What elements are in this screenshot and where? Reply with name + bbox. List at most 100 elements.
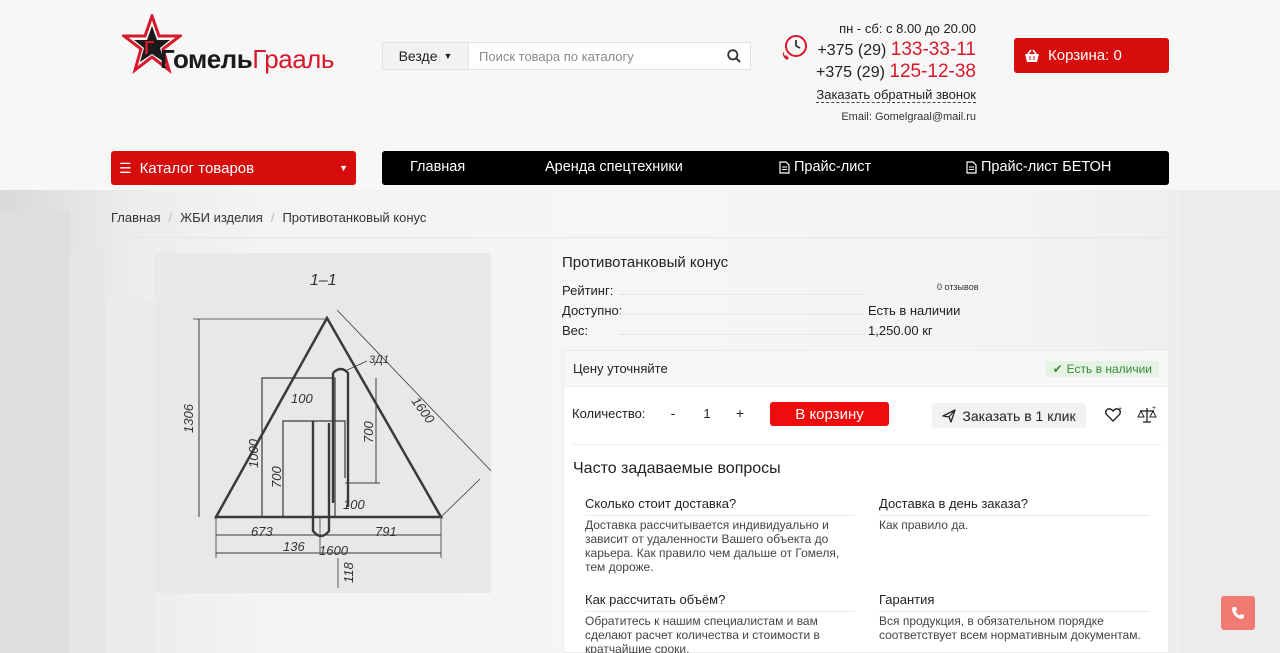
faq-answer: Обратитесь к нашим специалистам и вам сд… <box>585 614 820 653</box>
breadcrumb-separator: / <box>168 210 173 225</box>
svg-text:Г: Г <box>144 38 154 58</box>
phone-2[interactable]: +375 (29) 125-12-38 <box>816 61 976 83</box>
callback-link[interactable]: Заказать обратный звонок <box>816 87 976 103</box>
drawing-dim: 791 <box>375 524 397 539</box>
drawing-dim: 100 <box>343 497 365 512</box>
quantity-decrease-button[interactable]: - <box>663 403 683 423</box>
drawing-dim: 3Д1 <box>369 354 389 366</box>
breadcrumb-item[interactable]: Главная <box>111 210 160 225</box>
divider <box>573 444 1161 445</box>
availability-value: Есть в наличии <box>868 303 961 318</box>
faq-title: Часто задаваемые вопросы <box>573 460 781 477</box>
catalog-menu-button[interactable]: ☰ Каталог товаров ▼ <box>111 151 356 185</box>
chevron-down-icon: ▼ <box>443 51 453 61</box>
weight-value: 1,250.00 кг <box>868 323 933 338</box>
drawing-dim: 673 <box>251 524 273 539</box>
stock-badge: ✔ Есть в наличии <box>1045 361 1159 377</box>
clock-phone-icon <box>782 35 807 60</box>
phone-2-number: 125-12-38 <box>889 61 976 82</box>
drawing-section-label: 1–1 <box>310 272 337 289</box>
buy-box: Цену уточняйте ✔ Есть в наличии Количест… <box>563 350 1169 653</box>
phone-1-number: 133-33-11 <box>890 39 976 60</box>
reviews-count[interactable]: 0 отзывов <box>937 282 979 292</box>
nav-item-label: Прайс-лист <box>794 159 872 175</box>
nav-item-price-list-concrete[interactable]: Прайс-лист БЕТОН <box>966 159 1111 175</box>
drawing-dim: 100 <box>291 391 313 406</box>
paper-plane-icon <box>942 408 957 423</box>
site-logo[interactable]: Г ГомельГрааль <box>122 14 352 76</box>
dotted-leader <box>620 314 864 315</box>
drawing-dim: 700 <box>269 466 284 488</box>
drawing-dim: 1000 <box>246 438 261 468</box>
rating-label: Рейтинг: <box>562 283 614 298</box>
nav-item-equipment-rental[interactable]: Аренда спецтехники <box>545 159 683 175</box>
search-bar: Везде ▼ <box>382 42 751 70</box>
faq-question[interactable]: Сколько стоит доставка? <box>585 496 855 516</box>
faq-answer: Как правило да. <box>879 518 969 532</box>
quantity-increase-button[interactable]: + <box>730 403 750 423</box>
document-icon <box>779 160 790 174</box>
drawing-dim: 118 <box>341 562 356 583</box>
compare-scales-icon[interactable]: + <box>1137 405 1157 425</box>
faq-question[interactable]: Как рассчитать объём? <box>585 592 855 612</box>
faq-question[interactable]: Гарантия <box>879 592 1149 612</box>
price-row: Цену уточняйте ✔ Есть в наличии <box>564 351 1168 387</box>
one-click-order-label: Заказать в 1 клик <box>962 407 1076 424</box>
phone-icon <box>1232 607 1244 619</box>
nav-item-home[interactable]: Главная <box>410 159 465 175</box>
nav-item-price-list[interactable]: Прайс-лист <box>779 159 871 175</box>
breadcrumb-item[interactable]: ЖБИ изделия <box>180 210 263 225</box>
svg-text:+: + <box>1152 405 1156 412</box>
cart-button[interactable]: Корзина: 0 <box>1014 38 1169 73</box>
cart-label: Корзина: 0 <box>1048 47 1122 64</box>
catalog-menu-label: Каталог товаров <box>139 159 255 177</box>
search-button[interactable] <box>718 43 750 69</box>
logo-wordmark: ГомельГрааль <box>160 44 334 74</box>
one-click-order-button[interactable]: Заказать в 1 клик <box>932 403 1086 428</box>
heart-icon[interactable]: + <box>1104 406 1122 424</box>
phone-1[interactable]: +375 (29) 133-33-11 <box>817 39 976 61</box>
search-scope-label: Везде <box>398 48 438 64</box>
stock-badge-label: Есть в наличии <box>1066 362 1152 376</box>
basket-icon <box>1025 49 1039 62</box>
drawing-dim: 1600 <box>409 394 439 427</box>
breadcrumb: Главная / ЖБИ изделия / Противотанковый … <box>111 210 426 225</box>
drawing-dim: 700 <box>361 421 376 443</box>
quantity-input[interactable] <box>685 403 729 423</box>
drawing-dim: 136 <box>283 539 305 554</box>
breadcrumb-current: Противотанковый конус <box>282 210 427 225</box>
faq-question[interactable]: Доставка в день заказа? <box>879 496 1149 516</box>
product-image[interactable]: 1–1 1306 1600 1000 700 100 700 100 3Д1 6… <box>155 253 496 593</box>
faq-answer: Вся продукция, в обязательном порядке со… <box>879 614 1141 642</box>
search-input[interactable] <box>469 43 718 69</box>
contact-email[interactable]: Email: Gomelgraal@mail.ru <box>841 111 976 123</box>
phone-2-prefix: +375 (29) <box>815 64 885 81</box>
check-icon: ✔ <box>1052 362 1063 376</box>
add-to-cart-button[interactable]: В корзину <box>770 402 889 426</box>
technical-drawing: 1–1 1306 1600 1000 700 100 700 100 3Д1 6… <box>181 272 496 588</box>
drawing-dim: 1600 <box>319 543 349 558</box>
divider <box>111 237 1169 238</box>
burger-icon: ☰ <box>119 159 132 176</box>
svg-text:+: + <box>1118 406 1122 413</box>
nav-item-label: Прайс-лист БЕТОН <box>981 159 1112 175</box>
search-icon <box>727 49 741 63</box>
chevron-down-icon: ▼ <box>339 163 348 173</box>
site-header: Г ГомельГрааль Везде ▼ пн - сб: с 8.00 д… <box>0 0 1280 190</box>
main-navigation: Главная Аренда спецтехники Прайс-лист Пр… <box>382 151 1169 185</box>
drawing-dim: 1306 <box>181 403 196 433</box>
search-scope-select[interactable]: Везде ▼ <box>383 43 469 69</box>
floating-call-button[interactable] <box>1221 596 1255 630</box>
faq-answer: Доставка рассчитывается индивидуально и … <box>585 518 840 574</box>
working-hours: пн - сб: с 8.00 до 20.00 <box>839 21 976 36</box>
dotted-leader <box>620 334 864 335</box>
availability-label: Доступно: <box>562 303 623 318</box>
document-icon <box>966 160 977 174</box>
weight-label: Вес: <box>562 323 589 338</box>
nav-item-label: Главная <box>410 159 466 175</box>
product-title: Противотанковый конус <box>562 254 729 271</box>
phone-1-prefix: +375 (29) <box>817 42 887 59</box>
dotted-leader <box>620 294 864 295</box>
breadcrumb-separator: / <box>270 210 275 225</box>
nav-item-label: Аренда спецтехники <box>545 159 683 175</box>
